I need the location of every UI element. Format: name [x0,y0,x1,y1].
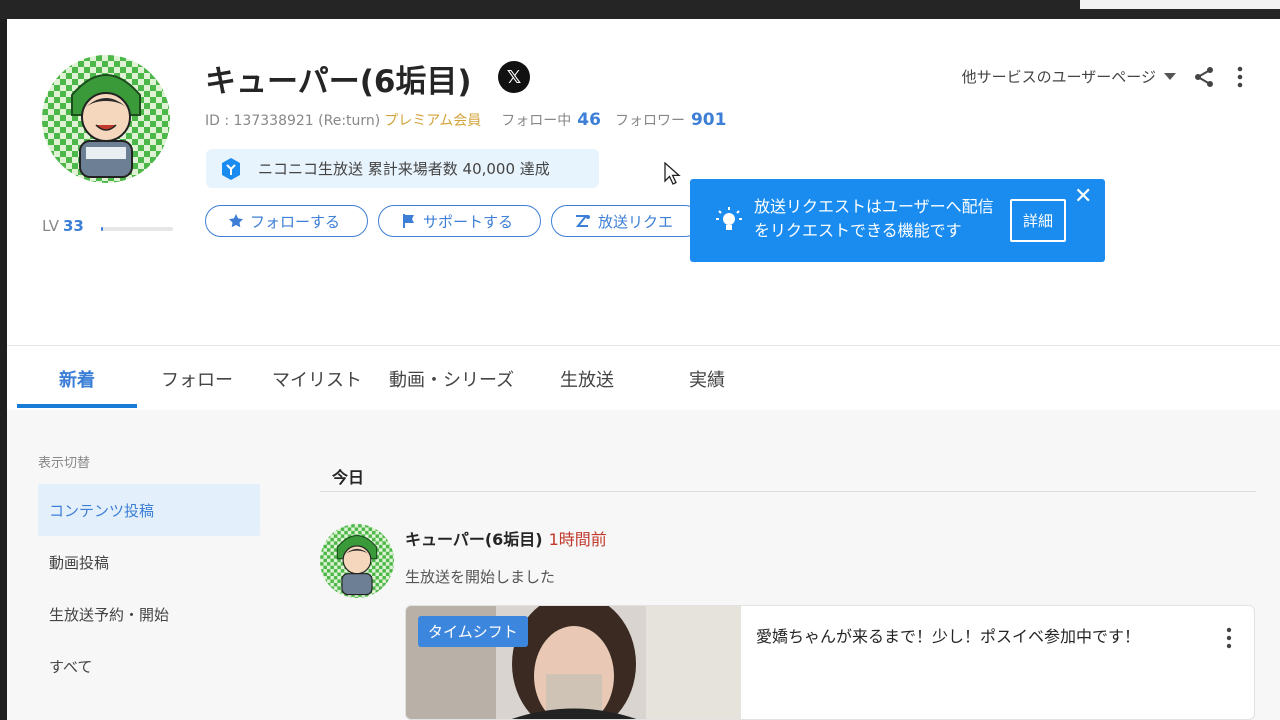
other-services-dropdown[interactable]: 他サービスのユーザーページ [962,66,1176,87]
section-divider [320,491,1256,492]
followers-label[interactable]: フォロワー [615,110,685,130]
x-logo-icon[interactable]: 𝕏 [498,61,530,93]
chevron-down-icon [1164,73,1176,80]
lightbulb-icon [716,207,742,230]
achievement-banner[interactable]: ニコニコ生放送 累計来場者数 40,000 達成 [206,149,599,188]
tab-video-series[interactable]: 動画・シリーズ [389,366,514,392]
user-id: ID : 137338921 (Re:turn) [205,113,381,129]
top-bar-right-area [1080,0,1280,9]
left-window-edge [0,19,7,720]
request-icon [574,213,592,229]
sidebar-item-label: コンテンツ投稿 [49,501,155,520]
sidebar-item-video-posts[interactable]: 動画投稿 [38,536,260,588]
profile-meta: ID : 137338921 (Re:turn) プレミアム会員 フォロー中 4… [205,110,726,130]
active-tab-indicator [17,404,137,408]
followers-count[interactable]: 901 [691,110,727,130]
timeshift-badge: タイムシフト [418,616,528,647]
tab-bar: 新着 フォロー マイリスト 動画・シリーズ 生放送 実績 [17,345,1280,409]
achievement-text: ニコニコ生放送 累計来場者数 40,000 達成 [258,160,550,178]
tooltip-close-icon[interactable]: ✕ [1074,185,1092,209]
sidebar-item-label: 動画投稿 [49,553,110,572]
post-author-avatar[interactable] [320,524,394,598]
sidebar-item-content-posts[interactable]: コンテンツ投稿 [38,484,260,536]
broadcast-request-button[interactable]: 放送リクエ [551,205,701,237]
tab-mylist[interactable]: マイリスト [272,366,362,392]
more-vertical-icon[interactable] [1233,65,1247,89]
support-button-label: サポートする [423,212,514,231]
tab-follow[interactable]: フォロー [161,366,233,392]
level-progress-bar [101,227,173,231]
broadcast-request-tooltip: 放送リクエストはユーザーへ配信をリクエストできる機能です 詳細 ✕ [690,179,1105,262]
tab-live[interactable]: 生放送 [560,366,614,392]
post-time: 1時間前 [548,530,607,549]
post-author-name[interactable]: キューパー(6垢目) [405,530,543,549]
follow-button-label: フォローする [250,212,341,231]
level-label: LV [42,217,59,235]
post-action-text: 生放送を開始しました [405,568,556,586]
tooltip-detail-button[interactable]: 詳細 [1010,199,1066,242]
level-value: 33 [62,217,84,235]
profile-avatar [42,55,170,183]
star-icon [228,213,244,229]
other-services-label: 他サービスのユーザーページ [961,68,1156,86]
broadcast-title[interactable]: 愛嬌ちゃんが来るまで！少し！ポスイベ参加中です！ [756,623,1140,647]
card-more-icon[interactable] [1224,627,1234,649]
sidebar-item-all[interactable]: すべて [38,640,260,692]
live-broadcast-card[interactable]: タイムシフト 愛嬌ちゃんが来るまで！少し！ポスイベ参加中です！ [405,605,1255,720]
post-header: キューパー(6垢目) 1時間前 [405,526,607,550]
sidebar-item-live-schedule[interactable]: 生放送予約・開始 [38,588,260,640]
following-label[interactable]: フォロー中 [501,110,571,130]
mouse-cursor-icon [664,162,681,185]
profile-username: キューパー(6垢目) [205,64,472,100]
achievement-badge-icon [222,157,240,180]
follow-button[interactable]: フォローする [205,205,368,237]
browser-top-bar [0,0,1280,19]
feed-section-title: 今日 [332,468,365,487]
following-count[interactable]: 46 [577,110,601,130]
share-icon[interactable] [1193,66,1215,88]
level-progress-fill [101,227,104,231]
tooltip-message: 放送リクエストはユーザーへ配信をリクエストできる機能です [754,197,994,240]
tab-new[interactable]: 新着 [59,366,95,392]
tab-achievements[interactable]: 実績 [689,366,725,392]
support-button[interactable]: サポートする [378,205,541,237]
broadcast-request-label: 放送リクエ [598,212,674,231]
sidebar-title: 表示切替 [38,456,91,471]
sidebar-item-label: すべて [49,657,93,676]
sidebar-item-label: 生放送予約・開始 [49,605,170,624]
premium-badge[interactable]: プレミアム会員 [384,110,481,130]
flag-icon [401,213,417,229]
level-display: LV 33 [42,217,84,235]
